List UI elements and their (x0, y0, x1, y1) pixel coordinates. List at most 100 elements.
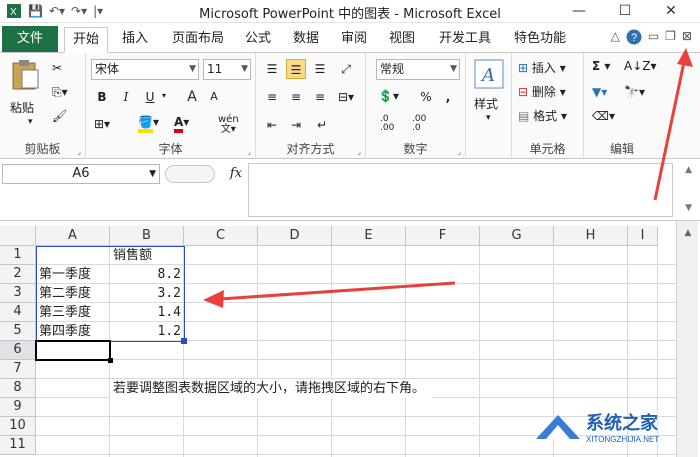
help-icon[interactable]: ? (626, 29, 642, 45)
font-name-dropdown[interactable]: 宋体 ▼ (91, 59, 199, 80)
tab-page-layout[interactable]: 页面布局 (165, 27, 231, 53)
tab-special[interactable]: 特色功能 (505, 27, 575, 53)
editing-label: 编辑 (609, 142, 634, 156)
name-box-dropdown-icon[interactable]: ▼ (149, 165, 156, 183)
name-box-value: A6 (72, 166, 90, 181)
clear-icon[interactable]: ⌫▾ (592, 109, 615, 123)
font-color-icon[interactable]: A▾ (174, 115, 189, 133)
font-size-value: 11 (207, 62, 223, 76)
watermark-logo-icon (536, 415, 580, 439)
copy-icon[interactable]: ⎘▾ (52, 85, 68, 100)
alignment-launcher-icon[interactable]: ⌟ (357, 147, 361, 156)
minimize-workbook-icon[interactable]: ▭ (648, 29, 659, 45)
tab-developer[interactable]: 开发工具 (430, 27, 500, 53)
close-button[interactable]: ✕ (648, 0, 694, 23)
group-styles: A 样式 ▾ (466, 53, 512, 159)
align-center-icon[interactable]: ≡ (286, 87, 306, 107)
formula-bar-scroll-down-icon[interactable]: ▼ (685, 203, 692, 213)
merge-center-icon[interactable]: ⊟▾ (336, 87, 356, 107)
tab-formulas[interactable]: 公式 (237, 27, 279, 53)
paste-button[interactable]: 粘贴 (10, 99, 34, 116)
borders-icon[interactable]: ⊞▾ (94, 117, 110, 131)
bold-button[interactable]: B (92, 87, 112, 107)
formula-input[interactable] (248, 163, 673, 217)
paste-icon[interactable] (10, 59, 40, 91)
clipboard-label: 剪贴板 (24, 142, 61, 156)
group-editing: Σ ▾ A↓Z▾ ▼▾ 🔭▾ ⌫▾ 编辑 (584, 53, 660, 159)
tab-view[interactable]: 视图 (381, 27, 423, 53)
find-select-icon[interactable]: 🔭▾ (624, 85, 645, 99)
tab-file[interactable]: 文件 (2, 26, 58, 52)
number-format-dropdown[interactable]: 常规 ▼ (376, 59, 460, 80)
sort-filter-icon[interactable]: A↓Z▾ (624, 59, 657, 73)
maximize-button[interactable]: ☐ (602, 0, 648, 23)
collapse-ribbon-icon[interactable]: △ (611, 29, 620, 45)
align-right-icon[interactable]: ≡ (310, 87, 330, 107)
tab-insert[interactable]: 插入 (115, 27, 155, 53)
shrink-font-button[interactable]: A (204, 87, 224, 107)
font-size-dropdown[interactable]: 11 ▼ (203, 59, 251, 80)
ribbon-right-icons: △ ? ▭ ❐ ⊠ (611, 29, 692, 45)
paste-dropdown-icon[interactable]: ▾ (28, 117, 33, 127)
cut-icon[interactable]: ✂ (52, 61, 62, 75)
insert-cells-button[interactable]: ⊞ 插入 ▾ (518, 59, 566, 76)
orientation-icon[interactable]: ⤢ (336, 59, 356, 79)
styles-icon[interactable]: A (474, 59, 504, 89)
tab-home[interactable]: 开始 (64, 27, 108, 53)
insert-cells-icon: ⊞ (518, 61, 529, 75)
formula-bar-resize-handle[interactable] (165, 165, 215, 183)
name-box[interactable]: A6 ▼ (2, 164, 160, 184)
format-painter-icon[interactable]: 🖌 (52, 109, 67, 123)
minimize-button[interactable]: — (556, 0, 602, 23)
tab-review[interactable]: 审阅 (333, 27, 375, 53)
group-number: 常规 ▼ 💲▾ % , .0 .00 .00 .0 数字 ⌟ (366, 53, 466, 159)
autosum-icon[interactable]: Σ ▾ (592, 59, 610, 73)
align-left-icon[interactable]: ≡ (262, 87, 282, 107)
underline-dropdown-icon[interactable]: ▾ (162, 91, 166, 100)
increase-decimal-icon[interactable]: .0 .00 (380, 115, 394, 133)
group-font: 宋体 ▼ 11 ▼ B I U ▾ A A ⊞▾ 🪣▾ A▾ wén 文▾ 字体 ⌟ (86, 53, 256, 159)
format-cells-icon: ▤ (518, 109, 530, 123)
svg-text:?: ? (631, 32, 637, 44)
phonetic-label: wén (218, 114, 239, 125)
wrap-text-icon[interactable]: ↵ (312, 115, 332, 135)
restore-workbook-icon[interactable]: ❐ (665, 29, 676, 45)
insert-function-button[interactable]: fx (225, 164, 247, 184)
align-top-icon[interactable]: ☰ (262, 59, 282, 79)
format-cells-label: 格式 (533, 109, 558, 123)
increase-indent-icon[interactable]: ⇥ (286, 115, 306, 135)
worksheet-grid[interactable]: ABCDEFGHI 1 2 3 4 5 6 7 8 9 10 11 销售额 第一季度 8.2 第二季… (0, 221, 700, 457)
format-cells-button[interactable]: ▤ 格式 ▾ (518, 107, 567, 124)
phonetic-icon[interactable]: wén 文▾ (218, 115, 239, 135)
ribbon-tabs: 文件 开始 插入 页面布局 公式 数据 审阅 视图 开发工具 特色功能 △ ? … (0, 23, 700, 53)
decrease-decimal-icon[interactable]: .00 .0 (412, 115, 426, 133)
number-label: 数字 (403, 142, 428, 156)
fill-color-icon[interactable]: 🪣▾ (138, 115, 159, 133)
font-launcher-icon[interactable]: ⌟ (247, 147, 251, 156)
underline-button[interactable]: U (140, 87, 160, 107)
italic-button[interactable]: I (116, 87, 136, 107)
group-alignment: ☰ ☰ ☰ ⤢ ≡ ≡ ≡ ⊟▾ ⇤ ⇥ ↵ 对齐方式 ⌟ (256, 53, 366, 159)
tab-data[interactable]: 数据 (285, 27, 327, 53)
align-middle-icon[interactable]: ☰ (286, 59, 306, 79)
percent-button[interactable]: % (416, 87, 436, 107)
delete-cells-button[interactable]: ⊟ 删除 ▾ (518, 83, 566, 100)
watermark-sub: XITONGZHIJIA.NET (586, 435, 660, 444)
close-workbook-icon[interactable]: ⊠ (682, 29, 692, 45)
styles-button[interactable]: 样式 (474, 95, 498, 112)
comma-button[interactable]: , (438, 87, 458, 107)
fill-icon[interactable]: ▼▾ (592, 85, 607, 99)
group-cells: ⊞ 插入 ▾ ⊟ 删除 ▾ ▤ 格式 ▾ 单元格 (512, 53, 584, 159)
decrease-indent-icon[interactable]: ⇤ (262, 115, 282, 135)
formula-bar-scroll-up-icon[interactable]: ▲ (685, 165, 692, 175)
insert-cells-label: 插入 (531, 61, 556, 75)
clipboard-launcher-icon[interactable]: ⌟ (77, 147, 81, 156)
number-launcher-icon[interactable]: ⌟ (457, 147, 461, 156)
styles-dropdown-icon[interactable]: ▾ (486, 113, 491, 123)
watermark: 系统之家 XITONGZHIJIA.NET (532, 407, 692, 451)
number-format-value: 常规 (380, 62, 405, 76)
align-bottom-icon[interactable]: ☰ (310, 59, 330, 79)
currency-icon[interactable]: 💲▾ (378, 89, 399, 103)
font-name-value: 宋体 (95, 62, 120, 76)
grow-font-button[interactable]: A (182, 87, 202, 107)
